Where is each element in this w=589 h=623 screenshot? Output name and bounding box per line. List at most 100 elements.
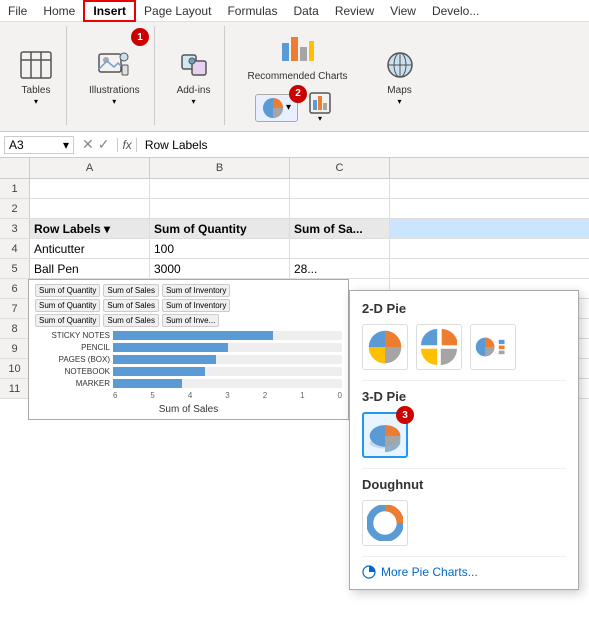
- cell-a1[interactable]: [30, 179, 150, 198]
- col-header-a[interactable]: A: [30, 158, 150, 178]
- pie-2d-basic-option[interactable]: [362, 324, 408, 370]
- cell-reference-box[interactable]: A3 ▾: [4, 136, 74, 154]
- row-num: 7: [0, 299, 30, 318]
- cell-a5[interactable]: Ball Pen: [30, 259, 150, 278]
- pie-dropdown-arrow: ▾: [286, 102, 291, 113]
- menu-data[interactable]: Data: [285, 2, 326, 20]
- chart-legend-row3: Sum of Quantity Sum of Sales Sum of Inve…: [35, 314, 342, 327]
- bar-chart: STICKY NOTES PENCIL PAGES (BOX): [35, 331, 342, 400]
- illustrations-arrow: ▾: [112, 97, 116, 106]
- row-num: 3: [0, 219, 30, 238]
- section-3d-pie: 3-D Pie: [362, 389, 566, 404]
- bar-fill-blue: [113, 331, 273, 340]
- chart-legend-row1: Sum of Quantity Sum of Sales Sum of Inve…: [35, 284, 342, 297]
- section-2d-pie: 2-D Pie: [362, 301, 566, 316]
- row-num: 4: [0, 239, 30, 258]
- menu-file[interactable]: File: [0, 2, 35, 20]
- recommended-charts-button[interactable]: Recommended Charts: [243, 30, 351, 86]
- formula-bar: A3 ▾ ✕ ✓ fx: [0, 132, 589, 158]
- bar-track: [113, 355, 342, 364]
- recommended-charts-label: Recommended Charts: [247, 71, 347, 83]
- row-num: 6: [0, 279, 30, 298]
- cell-b2[interactable]: [150, 199, 290, 218]
- illustrations-label: Illustrations: [89, 85, 140, 97]
- pie-3d-basic-option[interactable]: 3: [362, 412, 408, 458]
- ribbon-group-addins: Add-ins ▾: [163, 26, 226, 125]
- menu-insert[interactable]: Insert: [83, 0, 136, 22]
- cell-c5[interactable]: 28...: [290, 259, 390, 278]
- section-doughnut: Doughnut: [362, 477, 566, 492]
- addins-icon: [178, 51, 210, 83]
- bar-row: PAGES (BOX): [35, 355, 342, 364]
- menu-bar: File Home Insert Page Layout Formulas Da…: [0, 0, 589, 22]
- pie-chart-dropdown-button[interactable]: ▾ 2: [255, 94, 298, 122]
- row-num: 8: [0, 319, 30, 338]
- more-pie-charts-link[interactable]: More Pie Charts...: [362, 565, 566, 579]
- cell-b4[interactable]: 100: [150, 239, 290, 258]
- legend-qty: Sum of Quantity: [35, 284, 100, 297]
- bar-label: STICKY NOTES: [35, 331, 110, 340]
- cell-a4[interactable]: Anticutter: [30, 239, 150, 258]
- row-num: 1: [0, 179, 30, 198]
- row-num: 11: [0, 379, 30, 398]
- chart-options-arrow: ▾: [318, 114, 322, 123]
- cell-ref-value: A3: [9, 138, 24, 152]
- maps-icon: [384, 51, 416, 83]
- maps-button[interactable]: Maps ▾: [380, 48, 420, 109]
- formula-confirm-icon[interactable]: ✓: [98, 136, 110, 153]
- row-num: 10: [0, 359, 30, 378]
- menu-page-layout[interactable]: Page Layout: [136, 2, 219, 20]
- illustrations-button[interactable]: Illustrations ▾: [85, 48, 144, 109]
- col-header-b[interactable]: B: [150, 158, 290, 178]
- menu-home[interactable]: Home: [35, 2, 83, 20]
- row-num: 9: [0, 339, 30, 358]
- row-num: 5: [0, 259, 30, 278]
- ribbon-group-tables: Tables ▾: [6, 26, 67, 125]
- addins-label: Add-ins: [177, 85, 211, 97]
- column-headers: A B C: [0, 158, 589, 179]
- cell-a2[interactable]: [30, 199, 150, 218]
- ribbon-group-illustrations: 1 Illustrations ▾: [75, 26, 155, 125]
- maps-label: Maps: [387, 85, 411, 97]
- legend-sales3: Sum of Sales: [103, 314, 159, 327]
- menu-formulas[interactable]: Formulas: [219, 2, 285, 20]
- mini-chart-panel: Sum of Quantity Sum of Sales Sum of Inve…: [28, 279, 349, 420]
- col-header-c[interactable]: C: [290, 158, 390, 178]
- cell-b1[interactable]: [150, 179, 290, 198]
- chart-grid-icon: [309, 92, 331, 114]
- pie-chart-icon: [262, 97, 284, 119]
- cell-b5[interactable]: 3000: [150, 259, 290, 278]
- legend-inv3: Sum of Inve...: [162, 314, 219, 327]
- tables-label: Tables: [22, 85, 51, 97]
- pie-2d-bar-option[interactable]: [470, 324, 516, 370]
- table-row: 2: [0, 199, 589, 219]
- bar-label: MARKER: [35, 379, 110, 388]
- ribbon-group-maps: Maps ▾: [370, 26, 430, 125]
- chart-type-dropdown: 2-D Pie: [349, 290, 579, 590]
- menu-develop[interactable]: Develo...: [424, 2, 487, 20]
- bar-track: [113, 367, 342, 376]
- cell-b3[interactable]: Sum of Quantity: [150, 219, 290, 238]
- menu-review[interactable]: Review: [327, 2, 382, 20]
- cell-c1[interactable]: [290, 179, 390, 198]
- formula-controls: ✕ ✓: [78, 136, 113, 153]
- cell-c3[interactable]: Sum of Sa...: [290, 219, 390, 238]
- formula-cancel-icon[interactable]: ✕: [82, 136, 94, 153]
- ribbon: Tables ▾ 1 Illustrations ▾: [0, 22, 589, 132]
- tables-button[interactable]: Tables ▾: [16, 48, 56, 109]
- cell-ref-arrow: ▾: [63, 138, 69, 152]
- tables-arrow: ▾: [34, 97, 38, 106]
- more-charts-icon: [362, 565, 376, 579]
- cell-c2[interactable]: [290, 199, 390, 218]
- pie-2d-exploded-option[interactable]: [416, 324, 462, 370]
- y-axis-labels: 6543210: [35, 391, 342, 400]
- corner-cell: [0, 158, 30, 178]
- cell-a3[interactable]: Row Labels ▾: [30, 219, 150, 238]
- menu-view[interactable]: View: [382, 2, 424, 20]
- addins-button[interactable]: Add-ins ▾: [173, 48, 215, 109]
- more-pie-charts-label: More Pie Charts...: [381, 565, 478, 579]
- cell-c4[interactable]: [290, 239, 390, 258]
- formula-input[interactable]: [141, 138, 585, 152]
- badge-2: 2: [289, 85, 307, 103]
- doughnut-basic-option[interactable]: [362, 500, 408, 546]
